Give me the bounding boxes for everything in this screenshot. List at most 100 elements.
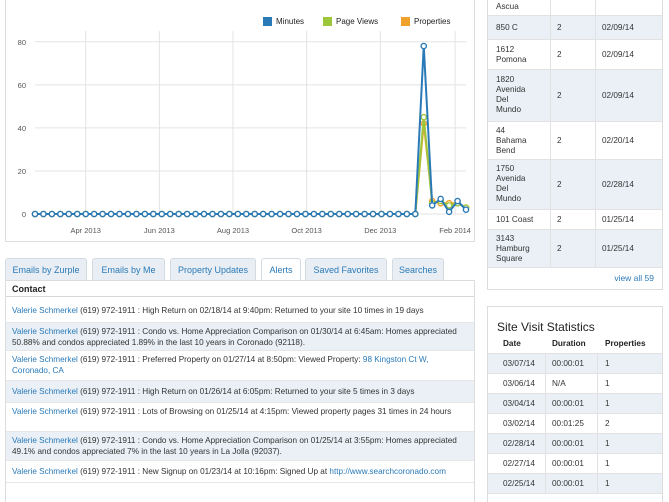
visit-properties: 1 (605, 439, 610, 448)
contact-name-link[interactable]: Valerie Schmerkel (12, 306, 78, 315)
contact-name-link[interactable]: Valerie Schmerkel (12, 407, 78, 416)
property-date: 01/25/14 (602, 215, 634, 224)
legend-minutes-label: Minutes (276, 16, 305, 26)
data-point-minutes (285, 210, 292, 218)
visit-date: 03/04/14 (503, 399, 535, 408)
data-point-minutes (175, 210, 182, 218)
data-point-minutes (268, 210, 275, 218)
visit-duration: 00:00:01 (552, 439, 584, 448)
data-point-minutes (403, 210, 411, 218)
data-point-minutes (454, 197, 461, 205)
tab-saved-favorites[interactable]: Saved Favorites (305, 258, 387, 280)
property-address[interactable]: 3143 Hamburg Square (496, 234, 530, 264)
column-divider (545, 394, 546, 413)
data-point-minutes (395, 210, 402, 218)
legend-page-views-swatch (323, 16, 332, 26)
data-point-minutes (90, 210, 98, 218)
property-count: 2 (557, 23, 562, 32)
data-point-minutes (48, 210, 56, 218)
visit-duration: N/A (552, 379, 566, 388)
alert-text: (619) 972-1911 : Condo vs. Home Apprecia… (12, 436, 457, 456)
visit-date: 03/02/14 (503, 419, 535, 428)
stats-row: 02/28/14 00:00:01 1 (488, 434, 662, 454)
data-point-minutes (293, 210, 301, 218)
y-tick-label: 80 (18, 38, 26, 47)
x-tick-label: Feb 2014 (439, 226, 471, 235)
column-divider (545, 374, 546, 393)
column-divider (595, 210, 596, 229)
property-address[interactable]: 1820 Avenida Del Mundo (496, 75, 525, 115)
property-count: 2 (557, 215, 562, 224)
series-line-page-views (35, 116, 467, 215)
x-tick-label: Apr 2013 (70, 226, 100, 235)
contact-name-link[interactable]: Valerie Schmerkel (12, 387, 78, 396)
column-divider (550, 160, 551, 209)
property-address[interactable]: 850 C (496, 23, 518, 33)
property-row: 44 Bahama Bend 2 02/20/14 (488, 122, 662, 160)
contact-name-link[interactable]: Valerie Schmerkel (12, 436, 78, 445)
visit-properties: 1 (605, 459, 610, 468)
contact-name-link[interactable]: Valerie Schmerkel (12, 355, 78, 364)
activity-chart-panel: 0 20 40 60 80 Apr 2013 Jun 2013 Aug 2013 Oct 201… (5, 0, 475, 242)
y-tick-label: 40 (18, 124, 26, 133)
tab-emails-by-me[interactable]: Emails by Me (92, 258, 165, 280)
column-divider (550, 0, 551, 15)
legend-page-views[interactable]: Page Views (323, 14, 378, 28)
signup-url-link[interactable]: http://www.searchcoronado.com (329, 467, 446, 476)
data-point-minutes (200, 210, 208, 218)
column-divider (595, 40, 596, 69)
property-count: 2 (557, 50, 562, 59)
visit-properties: 1 (605, 379, 610, 388)
data-point-minutes (462, 206, 470, 213)
visit-date: 02/28/14 (503, 439, 535, 448)
data-point-minutes (31, 210, 39, 218)
column-divider (595, 160, 596, 209)
data-point-minutes (65, 210, 73, 218)
alert-text: (619) 972-1911 : Lots of Browsing on 01/… (77, 407, 452, 416)
x-tick-label: Jun 2013 (144, 226, 175, 235)
activity-tabs: Emails by Zurple Emails by Me Property U… (5, 258, 475, 281)
alert-row: Valerie Schmerkel (619) 972-1911 : High … (6, 298, 474, 323)
data-point-minutes (133, 210, 140, 218)
y-tick-label: 60 (18, 81, 26, 90)
tab-property-updates[interactable]: Property Updates (170, 258, 256, 280)
activity-line-chart: 0 20 40 60 80 Apr 2013 Jun 2013 Aug 2013 Oct 201… (18, 31, 471, 235)
property-address[interactable]: 101 Coast (496, 215, 533, 225)
data-point-minutes (361, 210, 368, 218)
data-point-minutes (40, 210, 47, 218)
legend-page-views-label: Page Views (336, 16, 379, 26)
visit-properties: 1 (605, 479, 610, 488)
x-tick-label: Aug 2013 (217, 226, 249, 235)
tab-alerts[interactable]: Alerts (261, 258, 301, 281)
legend-properties[interactable]: Properties (401, 14, 450, 28)
legend-minutes[interactable]: Minutes (263, 14, 304, 28)
site-visit-statistics-title: Site Visit Statistics (497, 320, 595, 334)
column-divider (597, 454, 598, 473)
alert-text: (619) 972-1911 : Preferred Property on 0… (77, 355, 363, 364)
data-point-minutes (242, 210, 250, 218)
tab-searches[interactable]: Searches (392, 258, 444, 280)
column-divider (597, 374, 598, 393)
contact-name-link[interactable]: Valerie Schmerkel (12, 467, 78, 476)
property-address[interactable]: 44 Bahama Bend (496, 126, 527, 156)
data-point-minutes (344, 210, 351, 218)
column-divider (550, 230, 551, 267)
data-point-minutes (107, 210, 115, 218)
property-address[interactable]: 1750 Avenida Del Mundo (496, 164, 525, 204)
stats-row: 03/02/14 00:01:25 2 (488, 414, 662, 434)
property-count: 2 (557, 244, 562, 253)
property-count: 2 (557, 180, 562, 189)
tab-emails-by-zurple[interactable]: Emails by Zurple (5, 258, 87, 280)
stats-row: 02/25/14 00:00:01 1 (488, 474, 662, 494)
column-divider (545, 454, 546, 473)
visit-duration: 00:00:01 (552, 359, 584, 368)
data-point-minutes (57, 210, 64, 218)
stats-row: 03/06/14 N/A 1 (488, 374, 662, 394)
data-point-minutes (386, 210, 394, 218)
contact-name-link[interactable]: Valerie Schmerkel (12, 327, 78, 336)
view-all-properties-link[interactable]: view all 59 (614, 273, 654, 283)
property-address[interactable]: 1612 Pomona (496, 45, 527, 65)
x-tick-label: Oct 2013 (291, 226, 321, 235)
property-row: 850 C 2 02/09/14 (488, 16, 662, 40)
property-row: 3143 Hamburg Square 2 01/25/14 (488, 230, 662, 268)
